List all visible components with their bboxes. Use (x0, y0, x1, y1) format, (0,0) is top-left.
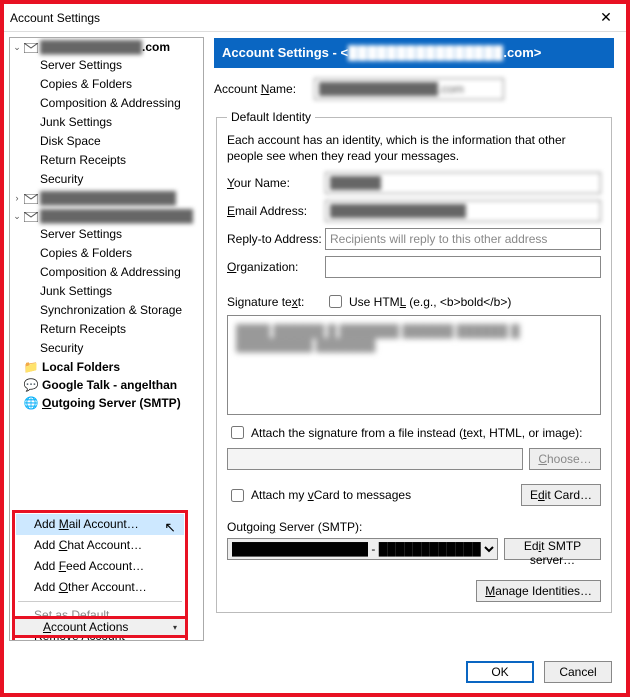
account-tree[interactable]: ⌄ ████████████.com Server Settings Copie… (9, 37, 204, 641)
menu-add-mail-account[interactable]: Add Mail Account… ↖ (16, 514, 184, 535)
tree-item-security[interactable]: Security (10, 339, 203, 358)
window-title: Account Settings (10, 11, 100, 25)
replyto-label: Reply-to Address: (227, 232, 325, 246)
signature-file-path-input (227, 448, 523, 470)
tree-item-junk[interactable]: Junk Settings (10, 282, 203, 301)
outgoing-smtp-select[interactable]: ████████████████ - ████████████ (227, 538, 498, 560)
menu-add-feed-account[interactable]: Add Feed Account… (16, 556, 184, 577)
use-html-checkbox[interactable] (329, 295, 342, 308)
tree-item-server-settings[interactable]: Server Settings (10, 225, 203, 244)
google-talk-node[interactable]: 💬 Google Talk - angelthan (10, 376, 203, 394)
tree-item-return-receipts[interactable]: Return Receipts (10, 320, 203, 339)
mail-icon (24, 42, 38, 52)
email-input[interactable] (325, 200, 601, 222)
outgoing-smtp-label: Outgoing Server (SMTP): (227, 520, 601, 534)
your-name-input[interactable] (325, 172, 601, 194)
dropdown-icon: ▾ (173, 623, 177, 632)
organization-input[interactable] (325, 256, 601, 278)
use-html-label: Use HTML (e.g., <b>bold</b>) (349, 295, 511, 309)
tree-item-copies-folders[interactable]: Copies & Folders (10, 75, 203, 94)
tree-item-copies-folders[interactable]: Copies & Folders (10, 244, 203, 263)
identity-hint: Each account has an identity, which is t… (227, 132, 601, 164)
mail-icon (24, 211, 38, 221)
menu-add-chat-account[interactable]: Add Chat Account… (16, 535, 184, 556)
expand-icon[interactable]: ⌄ (12, 211, 22, 222)
folder-icon: 📁 (24, 360, 38, 374)
local-folders-label: Local Folders (42, 360, 120, 374)
signature-label: Signature text: (227, 295, 325, 309)
google-talk-label: Google Talk - angelthan (42, 378, 177, 392)
settings-panel: Account Settings - <████████████████.com… (204, 32, 626, 693)
attach-vcard-checkbox[interactable] (231, 489, 244, 502)
cursor-icon: ↖ (164, 517, 176, 538)
outgoing-smtp-label: Outgoing Server (SMTP) (42, 396, 181, 410)
globe-icon: 🌐 (24, 396, 38, 410)
tree-item-disk-space[interactable]: Disk Space (10, 132, 203, 151)
group-legend: Default Identity (227, 110, 315, 124)
your-name-label: Your Name: (227, 176, 325, 190)
account-label: ████████████.com (40, 40, 170, 54)
default-identity-group: Default Identity Each account has an ide… (216, 110, 612, 613)
account-node[interactable]: ⌄ ██████████████████ (10, 207, 203, 225)
account-name-input[interactable] (314, 78, 504, 100)
tree-item-composition[interactable]: Composition & Addressing (10, 94, 203, 113)
email-label: Email Address: (227, 204, 325, 218)
choose-file-button[interactable]: Choose… (529, 448, 601, 470)
cancel-button[interactable]: Cancel (544, 661, 612, 683)
account-name-label: Account Name: (214, 82, 314, 96)
local-folders-node[interactable]: 📁 Local Folders (10, 358, 203, 376)
replyto-input[interactable] (325, 228, 601, 250)
account-label: ██████████████████ (40, 209, 193, 223)
tree-item-return-receipts[interactable]: Return Receipts (10, 151, 203, 170)
mail-icon (24, 193, 38, 203)
organization-label: Organization: (227, 260, 325, 274)
tree-item-server-settings[interactable]: Server Settings (10, 56, 203, 75)
edit-smtp-button[interactable]: Edit SMTP server… (504, 538, 601, 560)
expand-icon[interactable]: ⌄ (12, 42, 22, 53)
attach-signature-file-label: Attach the signature from a file instead… (251, 426, 582, 440)
menu-add-other-account[interactable]: Add Other Account… (16, 577, 184, 598)
tree-item-sync-storage[interactable]: Synchronization & Storage (10, 301, 203, 320)
attach-signature-file-checkbox[interactable] (231, 426, 244, 439)
account-label: ████████████████ (40, 191, 176, 205)
account-node[interactable]: › ████████████████ (10, 189, 203, 207)
outgoing-smtp-node[interactable]: 🌐 Outgoing Server (SMTP) (10, 394, 203, 412)
tree-item-security[interactable]: Security (10, 170, 203, 189)
menu-separator (18, 601, 182, 602)
attach-vcard-label: Attach my vCard to messages (251, 488, 411, 502)
manage-identities-button[interactable]: Manage Identities… (476, 580, 601, 602)
panel-header: Account Settings - <████████████████.com… (214, 38, 614, 68)
collapse-icon[interactable]: › (12, 193, 22, 203)
edit-card-button[interactable]: Edit Card… (521, 484, 601, 506)
account-actions-button[interactable]: Account Actions ▾ (12, 616, 188, 638)
close-icon[interactable]: ✕ (586, 4, 626, 32)
tree-item-composition[interactable]: Composition & Addressing (10, 263, 203, 282)
tree-item-junk[interactable]: Junk Settings (10, 113, 203, 132)
account-node[interactable]: ⌄ ████████████.com (10, 38, 203, 56)
signature-textarea[interactable]: ████ ██████ █ ███████ ██████ ██████ █ ██… (227, 315, 601, 415)
chat-icon: 💬 (24, 378, 38, 392)
ok-button[interactable]: OK (466, 661, 534, 683)
titlebar: Account Settings ✕ (4, 4, 626, 32)
